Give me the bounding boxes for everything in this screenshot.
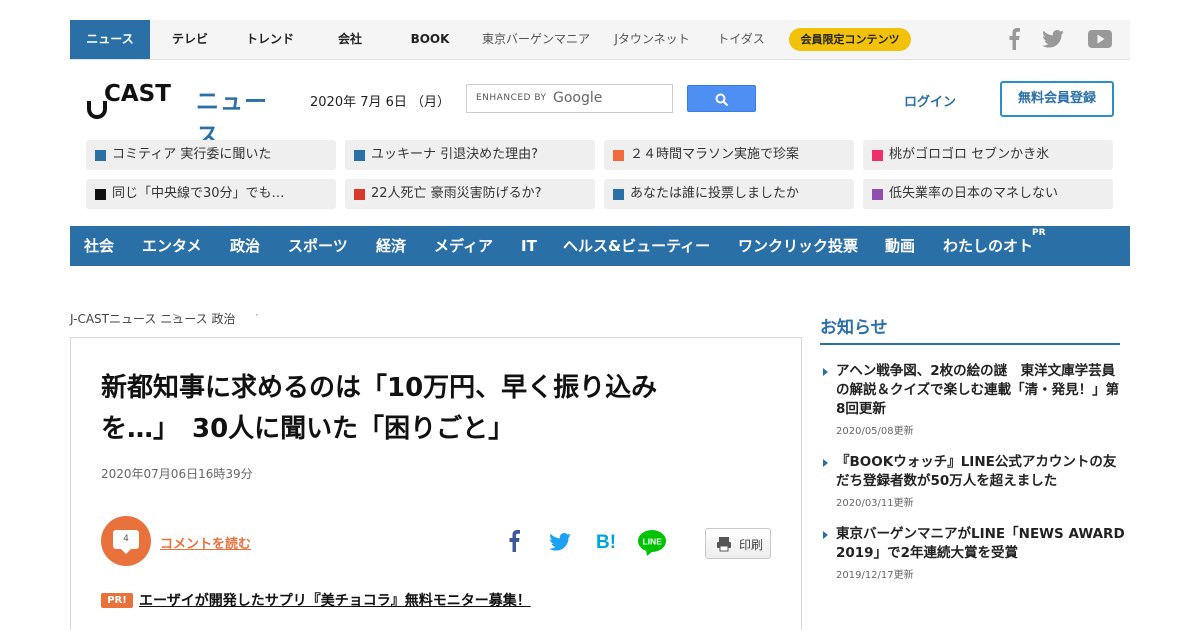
- logo-cast-text: CAST: [104, 81, 171, 107]
- topnav-bargain-mania[interactable]: 東京バーゲンマニア: [474, 20, 598, 59]
- category-watashi-no-oto[interactable]: わたしのオト: [943, 226, 1033, 266]
- svg-text:LINE: LINE: [643, 537, 663, 547]
- print-label: 印刷: [739, 538, 764, 552]
- notice-date: 2020/03/11更新: [836, 498, 914, 509]
- current-date: 2020年 7月 6日 （月）: [310, 95, 451, 110]
- site-logo[interactable]: CAST ニュース: [86, 81, 286, 149]
- pr-mark: PR: [1032, 228, 1046, 238]
- printer-icon: [717, 537, 731, 552]
- share-hatena-bookmark-icon[interactable]: B!: [596, 531, 618, 555]
- breadcrumb-politics[interactable]: 政治: [211, 312, 235, 326]
- login-link[interactable]: ログイン: [904, 91, 956, 110]
- topic-label: 22人死亡 豪雨災害防げるか?: [371, 186, 542, 201]
- topic-item[interactable]: 同じ「中央線で30分」でも…: [86, 179, 336, 209]
- breadcrumb-home[interactable]: J-CASTニュース: [70, 312, 156, 326]
- topic-item[interactable]: 低失業率の日本のマネしない: [863, 179, 1113, 209]
- notice-text: アヘン戦争図、2枚の絵の謎 東洋文庫学芸員の解説＆クイズで楽しむ連載「清・発見！…: [836, 363, 1120, 417]
- notice-date: 2019/12/17更新: [836, 570, 914, 581]
- topic-color-square: [354, 189, 365, 200]
- category-entertainment[interactable]: エンタメ: [142, 226, 202, 266]
- category-economy[interactable]: 経済: [376, 226, 406, 266]
- topnav-jtown[interactable]: Jタウンネット: [602, 20, 702, 59]
- social-links: [1000, 20, 1130, 59]
- category-media[interactable]: メディア: [434, 226, 493, 266]
- notice-text: 『BOOKウォッチ』LINE公式アカウントの友だち登録者数が50万人を超えました: [836, 454, 1117, 489]
- share-twitter-icon[interactable]: [549, 533, 571, 555]
- topic-item[interactable]: ２４時間マラソン実施で珍案: [604, 140, 854, 170]
- category-sports[interactable]: スポーツ: [288, 226, 348, 266]
- member-content-button[interactable]: 会員限定コンテンツ: [789, 28, 911, 51]
- comment-count-badge: 4: [113, 530, 139, 554]
- topic-item[interactable]: ユッキーナ 引退決めた理由?: [345, 140, 595, 170]
- category-society[interactable]: 社会: [84, 226, 114, 266]
- breadcrumb: J-CASTニュース > ニュース · 政治: [70, 308, 259, 327]
- facebook-icon[interactable]: [1008, 28, 1020, 54]
- share-facebook-icon[interactable]: [507, 530, 521, 556]
- topnav-company[interactable]: 会社: [310, 20, 390, 59]
- svg-text:B!: B!: [596, 532, 616, 551]
- topic-color-square: [613, 150, 624, 161]
- topic-color-square: [95, 150, 106, 161]
- notice-text: 東京バーゲンマニアがLINE「NEWS AWARD 2019」で2年連続大賞を受…: [836, 526, 1125, 561]
- bullet-arrow-icon: [823, 459, 828, 467]
- topic-color-square: [872, 150, 883, 161]
- search-enhanced-label: ENHANCED BY: [476, 93, 547, 103]
- topic-label: 低失業率の日本のマネしない: [889, 186, 1059, 201]
- category-it[interactable]: IT: [521, 226, 537, 266]
- category-video[interactable]: 動画: [885, 226, 915, 266]
- topic-item[interactable]: 桃がゴロゴロ セブンかき氷: [863, 140, 1113, 170]
- topnav-book[interactable]: BOOK: [390, 20, 470, 59]
- topnav-trend[interactable]: トレンド: [230, 20, 310, 59]
- headline-line: 新都知事に求めるのは「10万円、早く振り込み: [101, 373, 658, 403]
- topic-label: コミティア 実行委に聞いた: [112, 147, 272, 162]
- topic-label: あなたは誰に投票しましたか: [630, 186, 800, 201]
- topic-color-square: [95, 189, 106, 200]
- topic-color-square: [613, 189, 624, 200]
- print-button[interactable]: 印刷: [705, 528, 771, 559]
- article-card: 新都知事に求めるのは「10万円、早く振り込み を…」 30人に聞いた「困りごと」…: [70, 337, 802, 630]
- category-nav: 社会 エンタメ 政治 スポーツ 経済 メディア IT ヘルス&ビューティー ワン…: [70, 226, 1130, 266]
- youtube-icon[interactable]: [1088, 30, 1112, 52]
- sponsored-link[interactable]: エーザイが開発したサプリ『美チョコラ』無料モニター募集！: [139, 590, 531, 610]
- topnav-tv[interactable]: テレビ: [150, 20, 230, 59]
- breadcrumb-separator: ·: [255, 308, 259, 322]
- bullet-arrow-icon: [823, 368, 828, 376]
- article-headline: 新都知事に求めるのは「10万円、早く振り込み を…」 30人に聞いた「困りごと」: [101, 368, 741, 450]
- topic-item[interactable]: 22人死亡 豪雨災害防げるか?: [345, 179, 595, 209]
- search-icon: [715, 93, 729, 107]
- search-input[interactable]: ENHANCED BY Google: [466, 84, 673, 113]
- notices-title: お知らせ: [820, 313, 1120, 345]
- topic-item[interactable]: コミティア 実行委に聞いた: [86, 140, 336, 170]
- pr-badge: PR!: [101, 593, 133, 608]
- topic-label: ２４時間マラソン実施で珍案: [630, 147, 800, 162]
- publish-date: 2020年07月06日16時39分: [101, 467, 253, 481]
- topic-color-square: [354, 150, 365, 161]
- topic-label: 同じ「中央線で30分」でも…: [112, 186, 285, 201]
- search-button[interactable]: [687, 85, 756, 112]
- register-button[interactable]: 無料会員登録: [1000, 81, 1114, 117]
- breadcrumb-news[interactable]: ニュース: [160, 312, 207, 326]
- topic-label: ユッキーナ 引退決めた理由?: [371, 147, 539, 162]
- topnav-news[interactable]: ニュース: [70, 20, 150, 59]
- notice-date: 2020/05/08更新: [836, 426, 914, 437]
- twitter-icon[interactable]: [1042, 30, 1064, 52]
- share-line-icon[interactable]: LINE: [637, 529, 667, 561]
- comment-button[interactable]: 4: [101, 516, 151, 566]
- topic-color-square: [872, 189, 883, 200]
- category-one-click-vote[interactable]: ワンクリック投票: [738, 226, 858, 266]
- bullet-arrow-icon: [823, 531, 828, 539]
- read-comments-link[interactable]: コメントを読む: [160, 533, 251, 552]
- top-bar: ニュース テレビ トレンド 会社 BOOK 東京バーゲンマニア Jタウンネット …: [70, 20, 1130, 60]
- category-politics[interactable]: 政治: [230, 226, 260, 266]
- topic-item[interactable]: あなたは誰に投票しましたか: [604, 179, 854, 209]
- search-google-label: Google: [553, 90, 603, 106]
- category-health-beauty[interactable]: ヘルス&ビューティー: [563, 226, 710, 266]
- headline-line: を…」 30人に聞いた「困りごと」: [101, 414, 515, 444]
- topnav-toidas[interactable]: トイダス: [706, 20, 776, 59]
- breadcrumb-separator: >: [172, 310, 183, 324]
- topic-label: 桃がゴロゴロ セブンかき氷: [889, 147, 1050, 162]
